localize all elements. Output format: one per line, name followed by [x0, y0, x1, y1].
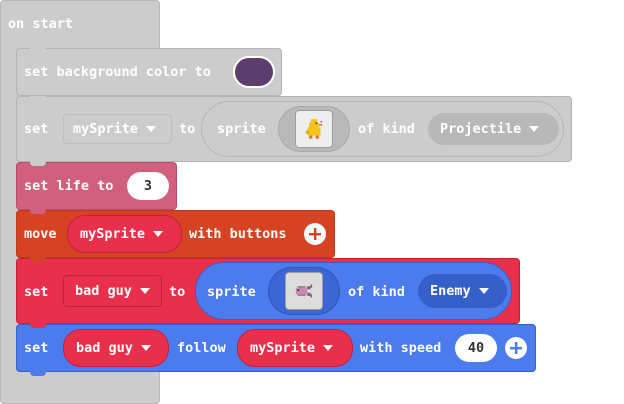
chevron-down-icon: [140, 345, 151, 351]
kind-enemy-dropdown[interactable]: Enemy: [418, 274, 507, 308]
to-label: to: [179, 121, 196, 137]
bad-guy-variable-label: bad guy: [75, 283, 132, 299]
of-kind-label: of kind: [358, 121, 415, 137]
to-label: to: [169, 284, 186, 300]
bad-guy-variable-dropdown[interactable]: bad guy: [63, 275, 162, 307]
sprite-label: sprite: [217, 121, 266, 137]
of-kind-label: of kind: [348, 284, 405, 300]
kind-enemy-label: Enemy: [430, 283, 471, 299]
speed-value: 40: [467, 340, 485, 356]
move-mysprite-dropdown[interactable]: mySprite: [67, 215, 182, 253]
block-notch: [30, 161, 46, 166]
block-notch: [30, 257, 46, 262]
follow-bad-guy-label: bad guy: [76, 340, 133, 356]
block-notch: [30, 323, 46, 328]
life-value: 3: [143, 178, 153, 194]
mysprite-variable-label: mySprite: [73, 121, 139, 137]
on-start-label: on start: [8, 16, 74, 32]
block-notch: [30, 209, 46, 214]
follow-target-label: mySprite: [250, 340, 316, 356]
block-notch: [30, 96, 46, 101]
follow-target-dropdown[interactable]: mySprite: [237, 329, 353, 367]
set-background-color-label: set background color to: [24, 64, 211, 80]
enemy-sprite-image-picker[interactable]: [268, 267, 340, 315]
set-life-label: set life to: [24, 178, 114, 194]
sprite-image-picker[interactable]: [278, 106, 350, 152]
set-label: set: [24, 284, 49, 300]
with-speed-label: with speed: [360, 340, 442, 356]
follow-bad-guy-dropdown[interactable]: bad guy: [63, 329, 169, 367]
with-buttons-label: with buttons: [189, 226, 287, 242]
block-notch: [30, 48, 46, 53]
life-value-input[interactable]: 3: [127, 172, 169, 200]
expand-plus-icon[interactable]: [304, 223, 326, 245]
chevron-down-icon: [478, 288, 489, 294]
mysprite-variable-dropdown[interactable]: mySprite: [63, 114, 172, 144]
chevron-down-icon: [146, 126, 157, 132]
kind-projectile-dropdown[interactable]: Projectile: [428, 113, 559, 145]
background-color-swatch[interactable]: [233, 56, 275, 88]
fish-sprite-icon: [285, 272, 323, 310]
set-label: set: [24, 121, 49, 137]
move-mysprite-label: mySprite: [80, 226, 146, 242]
kind-projectile-label: Projectile: [440, 121, 522, 137]
block-notch: [30, 371, 46, 376]
chevron-down-icon: [529, 126, 540, 132]
speed-value-input[interactable]: 40: [455, 334, 497, 362]
duck-sprite-icon: [295, 110, 333, 148]
chevron-down-icon: [153, 231, 164, 237]
chevron-down-icon: [323, 345, 334, 351]
expand-plus-icon[interactable]: [505, 337, 527, 359]
chevron-down-icon: [139, 288, 150, 294]
move-label: move: [24, 226, 57, 242]
set-label: set: [24, 340, 49, 356]
follow-label: follow: [177, 340, 226, 356]
sprite-label: sprite: [207, 284, 256, 300]
